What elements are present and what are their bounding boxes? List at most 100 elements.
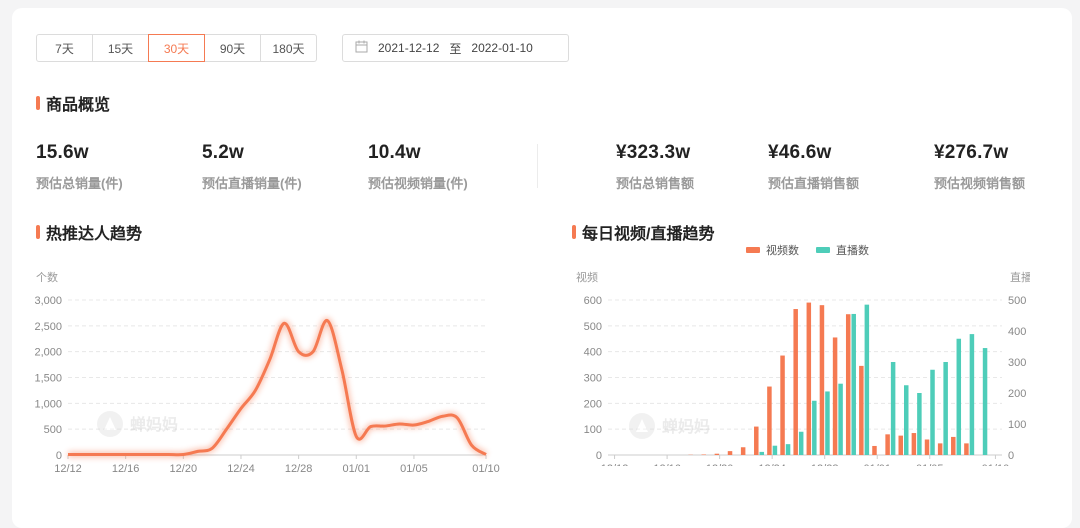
y-tick-label: 3,000 bbox=[34, 295, 62, 307]
bar-video bbox=[702, 454, 707, 455]
overview-title-text: 商品概览 bbox=[46, 91, 110, 115]
metric-value: 10.4w bbox=[368, 142, 468, 164]
metric-video-sales: 10.4w 预估视频销量(件) bbox=[368, 142, 468, 192]
metrics-divider bbox=[537, 144, 538, 188]
bar-video bbox=[925, 440, 930, 456]
bar-video bbox=[912, 433, 917, 455]
x-tick-label: 12/16 bbox=[653, 463, 681, 466]
bar-live bbox=[930, 370, 935, 455]
tab-range-2[interactable]: 30天 bbox=[148, 34, 205, 62]
series-line bbox=[68, 320, 486, 454]
metric-label: 预估总销售额 bbox=[616, 173, 694, 192]
bar-live bbox=[904, 385, 909, 455]
metric-label: 预估视频销售额 bbox=[934, 173, 1025, 192]
date-range-picker[interactable]: 2021-12-12 至 2022-01-10 bbox=[342, 34, 569, 62]
y-tick-label-left: 0 bbox=[596, 450, 602, 462]
y-tick-label-left: 600 bbox=[584, 295, 602, 307]
calendar-icon bbox=[355, 40, 368, 56]
bar-video bbox=[793, 309, 798, 455]
metric-live-sales: 5.2w 预估直播销量(件) bbox=[202, 142, 302, 192]
legend-swatch bbox=[816, 247, 830, 253]
x-tick-label: 12/16 bbox=[112, 463, 140, 475]
x-tick-label: 01/05 bbox=[916, 463, 944, 466]
y-tick-label-right: 100 bbox=[1008, 419, 1026, 431]
bar-live bbox=[865, 305, 870, 455]
y-tick-label-right: 300 bbox=[1008, 357, 1026, 369]
y-tick-label: 0 bbox=[56, 450, 62, 462]
metric-label: 预估直播销量(件) bbox=[202, 173, 302, 192]
bar-live bbox=[917, 393, 922, 455]
tab-range-1[interactable]: 15天 bbox=[92, 34, 149, 62]
x-tick-label: 12/24 bbox=[758, 463, 786, 466]
tab-range-3[interactable]: 90天 bbox=[204, 34, 261, 62]
y-tick-label: 2,500 bbox=[34, 321, 62, 333]
bar-video bbox=[780, 356, 785, 455]
x-tick-label: 12/24 bbox=[227, 463, 255, 475]
overview-title: 商品概览 bbox=[36, 91, 110, 115]
metric-total-sales: 15.6w 预估总销量(件) bbox=[36, 142, 123, 192]
watermark: 蝉妈妈 bbox=[629, 413, 710, 439]
legend-swatch bbox=[746, 247, 760, 253]
influencer-trend-title-text: 热推达人趋势 bbox=[46, 220, 142, 244]
watermark: 蝉妈妈 bbox=[97, 411, 178, 437]
chart-legend: 视频数直播数 bbox=[746, 243, 869, 257]
bar-live bbox=[786, 444, 791, 455]
bar-video bbox=[899, 436, 904, 455]
metric-live-revenue: ¥46.6w 预估直播销售额 bbox=[768, 142, 859, 192]
metric-label: 预估直播销售额 bbox=[768, 173, 859, 192]
bar-video bbox=[820, 305, 825, 455]
influencer-trend-chart: 个数05001,0001,5002,0002,5003,000蝉妈妈12/121… bbox=[20, 262, 520, 482]
metric-total-revenue: ¥323.3w 预估总销售额 bbox=[616, 142, 694, 192]
y-tick-label-left: 100 bbox=[584, 424, 602, 436]
x-tick-label: 12/20 bbox=[170, 463, 198, 475]
bar-live bbox=[851, 314, 856, 455]
date-end[interactable]: 2022-01-10 bbox=[471, 41, 532, 55]
watermark-text: 蝉妈妈 bbox=[130, 415, 178, 434]
title-accent-bar bbox=[36, 225, 40, 239]
bar-video bbox=[859, 366, 864, 455]
tab-range-0[interactable]: 7天 bbox=[36, 34, 93, 62]
y-tick-label: 2,000 bbox=[34, 347, 62, 359]
x-tick-label: 12/20 bbox=[706, 463, 734, 466]
y-tick-label-right: 400 bbox=[1008, 326, 1026, 338]
date-range-tabs: 7天15天30天90天180天 bbox=[36, 34, 317, 62]
bar-video bbox=[741, 447, 746, 455]
legend-label: 视频数 bbox=[766, 243, 799, 257]
bar-video bbox=[728, 451, 733, 455]
y-tick-label: 500 bbox=[44, 424, 62, 436]
bar-video bbox=[807, 303, 812, 455]
bar-live bbox=[760, 452, 765, 455]
bar-live bbox=[838, 384, 843, 455]
metric-value: ¥276.7w bbox=[934, 142, 1025, 164]
bar-live bbox=[943, 362, 948, 455]
metric-value: 5.2w bbox=[202, 142, 302, 164]
bar-video bbox=[885, 434, 890, 455]
bar-video bbox=[872, 446, 877, 455]
bar-live bbox=[825, 391, 830, 455]
x-tick-label: 01/01 bbox=[863, 463, 891, 466]
bar-video bbox=[833, 337, 838, 455]
y-tick-label: 1,000 bbox=[34, 398, 62, 410]
x-tick-label: 12/28 bbox=[811, 463, 839, 466]
date-start[interactable]: 2021-12-12 bbox=[378, 41, 439, 55]
bar-live bbox=[812, 401, 817, 455]
bar-video bbox=[951, 437, 956, 455]
bar-video bbox=[964, 443, 969, 455]
influencer-trend-title: 热推达人趋势 bbox=[36, 220, 142, 244]
bar-live bbox=[799, 432, 804, 455]
metric-value: 15.6w bbox=[36, 142, 123, 164]
metric-value: ¥323.3w bbox=[616, 142, 694, 164]
metric-value: ¥46.6w bbox=[768, 142, 859, 164]
bar-live bbox=[983, 348, 988, 455]
y-tick-label-right: 500 bbox=[1008, 295, 1026, 307]
x-tick-label: 01/10 bbox=[472, 463, 500, 475]
y-tick-label-left: 400 bbox=[584, 347, 602, 359]
y-tick-label: 1,500 bbox=[34, 373, 62, 385]
date-separator: 至 bbox=[449, 40, 461, 57]
y-tick-label-right: 0 bbox=[1008, 450, 1014, 462]
bar-live bbox=[773, 446, 778, 455]
tab-range-4[interactable]: 180天 bbox=[260, 34, 317, 62]
y-axis-label: 个数 bbox=[36, 271, 58, 284]
y-tick-label-left: 300 bbox=[584, 373, 602, 385]
bar-video bbox=[754, 427, 759, 455]
